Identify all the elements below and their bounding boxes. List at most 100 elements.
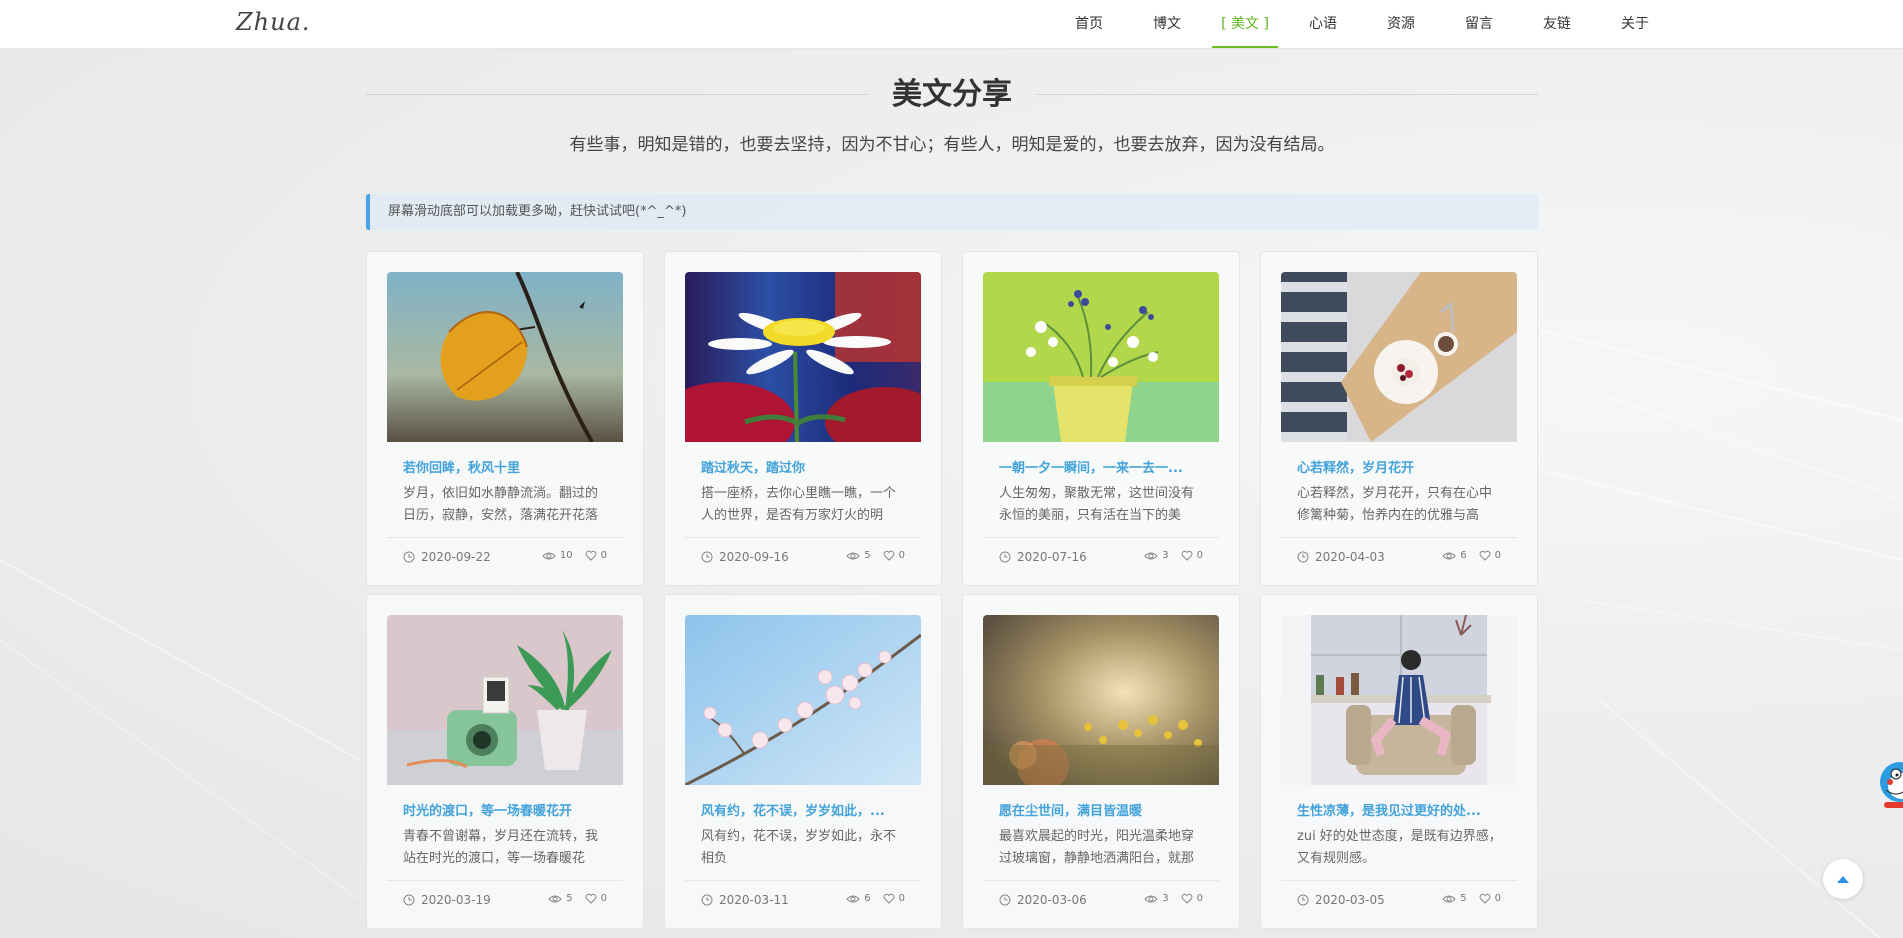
article-excerpt: 人生匆匆，聚散无常，这世间没有永恒的美丽，只有活在当下的美	[999, 486, 1195, 523]
article-title[interactable]: 若你回眸，秋风十里	[403, 457, 603, 476]
article-stats: 3 0	[1144, 550, 1203, 561]
article-title[interactable]: 生性凉薄，是我见过更好的处...	[1297, 800, 1497, 819]
nav-item-blog[interactable]: 博文	[1128, 0, 1206, 48]
article-title[interactable]: 时光的渡口，等一场春暖花开	[403, 800, 603, 819]
article-date-text: 2020-03-05	[1315, 893, 1385, 907]
article-card[interactable]: 踏过秋天，踏过你 搭一座桥，去你心里瞧一瞧，一个人的世界，是否有万家灯火的明 2…	[664, 251, 942, 586]
article-title[interactable]: 踏过秋天，踏过你	[701, 457, 901, 476]
page-title-block: 美文分享	[366, 72, 1538, 120]
article-date: 2020-03-06	[999, 893, 1087, 907]
like-count: 0	[1196, 893, 1203, 904]
eye-icon	[846, 551, 860, 561]
eye-icon	[1144, 894, 1158, 904]
article-date-text: 2020-03-19	[421, 893, 491, 907]
page-subtitle: 有些事，明知是错的，也要去坚持，因为不甘心；有些人，明知是爱的，也要去放弃，因为…	[569, 135, 1335, 155]
article-card[interactable]: 风有约，花不误，岁岁如此，... 风有约，花不误，岁岁如此，永不相负 2020-…	[664, 594, 942, 929]
arrow-up-icon	[1836, 874, 1850, 884]
view-count: 3	[1162, 893, 1169, 904]
view-count: 6	[864, 893, 871, 904]
article-stats: 6 0	[846, 893, 905, 904]
article-excerpt: 最喜欢晨起的时光，阳光温柔地穿过玻璃窗，静静地洒满阳台，就那	[999, 829, 1195, 866]
like-count: 0	[1196, 550, 1203, 561]
article-excerpt: 搭一座桥，去你心里瞧一瞧，一个人的世界，是否有万家灯火的明	[701, 486, 897, 523]
site-logo[interactable]: Zhua.	[236, 8, 311, 36]
nav-item-essays[interactable]: [ 美文 ]	[1206, 0, 1284, 48]
like-count: 0	[1494, 893, 1501, 904]
heart-icon[interactable]	[1479, 550, 1491, 561]
nav-item-about[interactable]: 关于	[1596, 0, 1674, 48]
article-card[interactable]: 生性凉薄，是我见过更好的处... zui 好的处世态度，是既有边界感，又有规则感…	[1260, 594, 1538, 929]
article-thumbnail[interactable]	[387, 615, 623, 785]
nav-item-mood[interactable]: 心语	[1284, 0, 1362, 48]
like-count: 0	[1494, 550, 1501, 561]
article-footer: 2020-07-16 3 0	[983, 537, 1219, 578]
doraemon-mascot-widget[interactable]	[1876, 760, 1903, 820]
article-thumbnail[interactable]	[1281, 272, 1517, 442]
article-date-text: 2020-03-06	[1017, 893, 1087, 907]
article-card[interactable]: 若你回眸，秋风十里 岁月，依旧如水静静流淌。翻过的日历，寂静，安然，落满花开花落…	[366, 251, 644, 586]
article-excerpt: 心若释然，岁月花开，只有在心中修篱种菊，怡养内在的优雅与高	[1297, 486, 1493, 523]
article-thumbnail[interactable]	[387, 272, 623, 442]
article-stats: 3 0	[1144, 893, 1203, 904]
article-thumbnail[interactable]	[983, 615, 1219, 785]
like-count: 0	[898, 893, 905, 904]
article-date-text: 2020-09-22	[421, 550, 491, 564]
article-thumbnail[interactable]	[685, 615, 921, 785]
article-stats: 5 0	[1442, 893, 1501, 904]
article-title[interactable]: 风有约，花不误，岁岁如此，...	[701, 800, 901, 819]
article-title[interactable]: 心若释然，岁月花开	[1297, 457, 1497, 476]
heart-icon[interactable]	[1181, 893, 1193, 904]
nav-item-resources[interactable]: 资源	[1362, 0, 1440, 48]
article-date: 2020-03-11	[701, 893, 789, 907]
nav-item-friend-links[interactable]: 友链	[1518, 0, 1596, 48]
eye-icon	[1442, 551, 1456, 561]
article-footer: 2020-09-22 10 0	[387, 537, 623, 578]
article-card[interactable]: 一朝一夕一瞬间，一来一去一... 人生匆匆，聚散无常，这世间没有永恒的美丽，只有…	[962, 251, 1240, 586]
article-title[interactable]: 一朝一夕一瞬间，一来一去一...	[999, 457, 1199, 476]
nav-item-guestbook[interactable]: 留言	[1440, 0, 1518, 48]
article-footer: 2020-09-16 5 0	[685, 537, 921, 578]
article-title[interactable]: 愿在尘世间，满目皆温暖	[999, 800, 1199, 819]
article-date: 2020-03-05	[1297, 893, 1385, 907]
article-date: 2020-04-03	[1297, 550, 1385, 564]
article-thumbnail[interactable]	[983, 272, 1219, 442]
view-count: 5	[566, 893, 573, 904]
article-card[interactable]: 时光的渡口，等一场春暖花开 青春不曾谢幕，岁月还在流转，我站在时光的渡口，等一场…	[366, 594, 644, 929]
heart-icon[interactable]	[883, 893, 895, 904]
article-card[interactable]: 心若释然，岁月花开 心若释然，岁月花开，只有在心中修篱种菊，怡养内在的优雅与高 …	[1260, 251, 1538, 586]
article-thumbnail[interactable]	[685, 272, 921, 442]
article-excerpt: 风有约，花不误，岁岁如此，永不相负	[701, 829, 897, 866]
main-nav: 首页 博文 [ 美文 ] 心语 资源 留言 友链 关于	[1050, 0, 1674, 48]
heart-icon[interactable]	[585, 893, 597, 904]
eye-icon	[1442, 894, 1456, 904]
heart-icon[interactable]	[1181, 550, 1193, 561]
heart-icon[interactable]	[585, 550, 597, 561]
article-date-text: 2020-07-16	[1017, 550, 1087, 564]
eye-icon	[548, 894, 562, 904]
article-stats: 6 0	[1442, 550, 1501, 561]
article-date: 2020-09-16	[701, 550, 789, 564]
article-stats: 5 0	[548, 893, 607, 904]
nav-item-home[interactable]: 首页	[1050, 0, 1128, 48]
article-card[interactable]: 愿在尘世间，满目皆温暖 最喜欢晨起的时光，阳光温柔地穿过玻璃窗，静静地洒满阳台，…	[962, 594, 1240, 929]
back-to-top-button[interactable]	[1823, 859, 1863, 899]
article-footer: 2020-03-06 3 0	[983, 880, 1219, 921]
clock-icon	[701, 894, 713, 906]
article-footer: 2020-04-03 6 0	[1281, 537, 1517, 578]
heart-icon[interactable]	[1479, 893, 1491, 904]
article-thumbnail[interactable]	[1281, 615, 1517, 785]
article-excerpt: zui 好的处世态度，是既有边界感，又有规则感。	[1297, 829, 1502, 866]
eye-icon	[542, 551, 556, 561]
article-excerpt: 青春不曾谢幕，岁月还在流转，我站在时光的渡口，等一场春暖花	[403, 829, 599, 866]
eye-icon	[846, 894, 860, 904]
view-count: 5	[864, 550, 871, 561]
clock-icon	[999, 551, 1011, 563]
clock-icon	[1297, 551, 1309, 563]
view-count: 10	[559, 550, 573, 561]
heart-icon[interactable]	[883, 550, 895, 561]
article-stats: 10 0	[542, 550, 607, 561]
clock-icon	[1297, 894, 1309, 906]
like-count: 0	[600, 893, 607, 904]
article-footer: 2020-03-19 5 0	[387, 880, 623, 921]
article-date-text: 2020-09-16	[719, 550, 789, 564]
